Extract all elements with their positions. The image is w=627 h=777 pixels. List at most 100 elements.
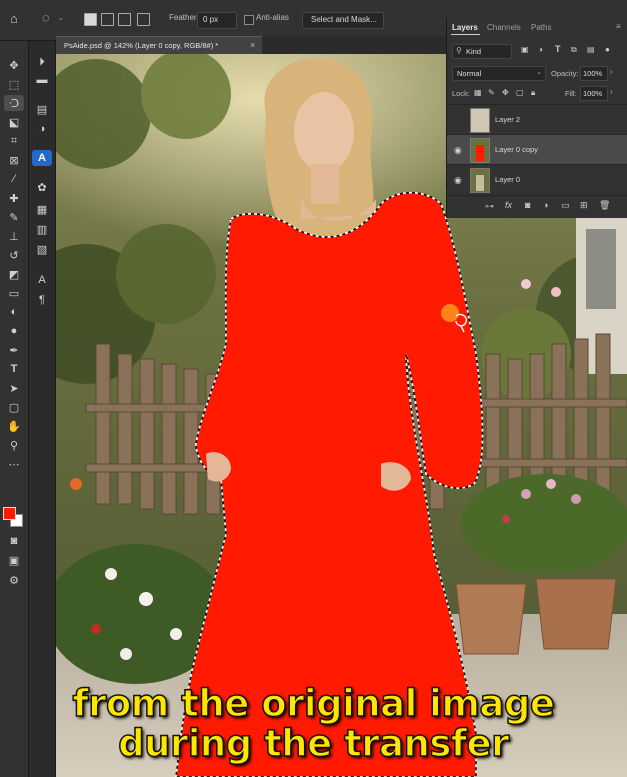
color-icon[interactable]: ✿ [32, 179, 52, 195]
generative-icon[interactable]: ⚙ [4, 572, 24, 588]
healing-brush-tool-icon[interactable]: ✚ [4, 190, 24, 206]
lock-image-icon[interactable]: ✎ [488, 88, 495, 97]
zoom-tool-icon[interactable]: ⚲ [4, 437, 24, 453]
select-and-mask-label: Select and Mask... [311, 15, 377, 24]
gradients-icon[interactable]: ▥ [32, 221, 52, 237]
lock-position-icon[interactable]: ✥ [502, 88, 509, 97]
add-to-selection-button[interactable] [101, 13, 114, 26]
foreground-color-swatch[interactable] [3, 507, 16, 520]
blur-tool-icon[interactable]: ◐ [4, 304, 24, 320]
blend-mode-select[interactable]: Normal ⌄ [452, 66, 546, 81]
filter-type-icon[interactable]: T [555, 44, 561, 54]
chevron-right-icon[interactable]: › [610, 87, 613, 96]
opacity-value: 100% [583, 69, 603, 78]
clone-stamp-tool-icon[interactable]: ⊥ [4, 228, 24, 244]
fill-input[interactable]: 100% [580, 86, 608, 101]
lasso-preset-icon[interactable]: ◌ [42, 10, 50, 25]
brush-tool-icon[interactable]: ✎ [4, 209, 24, 225]
lock-artboard-icon[interactable]: ▢ [516, 88, 524, 97]
new-adjustment-icon[interactable]: ◑ [543, 200, 548, 210]
filter-toggle-icon[interactable]: ● [605, 45, 610, 54]
document-tab[interactable]: PsAide.psd @ 142% (Layer 0 copy, RGB/8#)… [56, 36, 262, 55]
history-brush-tool-icon[interactable]: ↺ [4, 247, 24, 263]
gradient-tool-icon[interactable]: ▭ [4, 285, 24, 301]
blend-mode-value: Normal [457, 69, 482, 78]
chevron-right-icon[interactable]: › [610, 67, 613, 76]
new-group-icon[interactable]: ▭ [561, 200, 570, 211]
new-selection-button[interactable] [84, 13, 97, 26]
document-tab-title: PsAide.psd @ 142% (Layer 0 copy, RGB/8#)… [64, 41, 219, 50]
chevron-down-icon[interactable]: ⌄ [58, 14, 64, 22]
feather-input[interactable]: 0 px [197, 12, 237, 29]
layer-thumbnail [470, 168, 490, 193]
antialias-checkbox[interactable] [244, 15, 254, 25]
crop-tool-icon[interactable]: ⌗ [4, 133, 24, 149]
history-icon[interactable]: ⏵ [32, 54, 52, 70]
marquee-tool-icon[interactable]: ⬚ [4, 76, 24, 92]
libraries-icon[interactable]: ▤ [32, 101, 52, 117]
pen-tool-icon[interactable]: ✒ [4, 342, 24, 358]
opacity-input[interactable]: 100% [580, 66, 608, 81]
hand-tool-icon[interactable]: ✋ [4, 418, 24, 434]
move-tool-icon[interactable]: ✥ [4, 57, 24, 73]
eye-icon[interactable]: ◉ [454, 175, 464, 185]
secondary-tools-panel: ⏵ ▬ ▤ ◑ A ✿ ▦ ▥ ▧ A ¶ [29, 41, 56, 777]
fill-label: Fill: [565, 89, 577, 98]
adjustments-icon[interactable]: ◑ [32, 121, 52, 137]
layer-name: Layer 0 copy [495, 145, 538, 154]
chevron-down-icon: ⌄ [536, 69, 542, 76]
new-layer-icon[interactable]: ⊞ [580, 200, 588, 211]
fx-icon[interactable]: fx [505, 200, 512, 210]
select-and-mask-button[interactable]: Select and Mask... [302, 12, 384, 29]
path-selection-tool-icon[interactable]: ➤ [4, 380, 24, 396]
lock-all-icon[interactable]: 🔒︎ [531, 88, 535, 98]
subtract-selection-button[interactable] [118, 13, 131, 26]
intersect-selection-button[interactable] [137, 13, 150, 26]
opacity-label: Opacity: [551, 69, 579, 78]
layer-row-layer-0-copy[interactable]: ◉ Layer 0 copy [447, 134, 627, 165]
layer-row-layer-2[interactable]: Layer 2 [447, 104, 627, 135]
tab-channels[interactable]: Channels [487, 23, 521, 32]
add-mask-icon[interactable]: ◙ [525, 200, 530, 210]
layer-filter-select[interactable]: ⚲ Kind [452, 44, 512, 59]
layer-row-layer-0[interactable]: ◉ Layer 0 [447, 164, 627, 195]
type-tool-icon[interactable]: T [4, 361, 24, 377]
paragraph-icon[interactable]: ¶ [32, 292, 52, 308]
eye-icon[interactable]: ◉ [454, 145, 464, 155]
character-icon[interactable]: A [32, 272, 52, 288]
swatches-icon[interactable]: ▦ [32, 201, 52, 217]
screen-mode-icon[interactable]: ▣ [4, 552, 24, 568]
home-icon[interactable]: ⌂ [10, 11, 18, 26]
feather-value: 0 px [203, 15, 219, 24]
filter-smart-icon[interactable]: ▤ [587, 45, 595, 54]
panel-tab-underline [451, 34, 480, 35]
lock-transparent-icon[interactable]: ▦ [474, 88, 482, 97]
rectangle-tool-icon[interactable]: ▢ [4, 399, 24, 415]
frame-tool-icon[interactable]: ⊠ [4, 152, 24, 168]
dodge-tool-icon[interactable]: ● [4, 323, 24, 339]
more-tools-icon[interactable]: ⋯ [4, 456, 24, 472]
eraser-tool-icon[interactable]: ◩ [4, 266, 24, 282]
patterns-icon[interactable]: ▧ [32, 241, 52, 257]
tools-panel: ✥ ⬚ ᑝ ⬕ ⌗ ⊠ ⁄ ✚ ✎ ⊥ ↺ ◩ ▭ ◐ ● ✒ T ➤ ▢ ✋ … [0, 41, 29, 777]
filter-shape-icon[interactable]: ⧉ [571, 45, 577, 55]
ai-tool-icon[interactable]: A [32, 150, 52, 166]
panel-menu-icon[interactable]: ≡ [616, 22, 621, 31]
link-layers-icon[interactable]: ⊶ [485, 201, 494, 212]
eyedropper-tool-icon[interactable]: ⁄ [4, 171, 24, 187]
layers-panel: Layers Channels Paths ≡ ⚲ Kind ▣ ◑ T ⧉ ▤… [446, 18, 627, 218]
object-select-tool-icon[interactable]: ⬕ [4, 114, 24, 130]
delete-layer-icon[interactable]: 🗑︎ [599, 200, 610, 211]
quick-mask-icon[interactable]: ◙ [4, 533, 24, 549]
filter-pixel-icon[interactable]: ▣ [521, 45, 529, 54]
layer-thumbnail [470, 138, 490, 163]
comments-icon[interactable]: ▬ [32, 72, 52, 88]
filter-adjustment-icon[interactable]: ◑ [538, 45, 543, 54]
tab-layers[interactable]: Layers [452, 23, 478, 32]
search-icon: ⚲ [456, 46, 462, 55]
layer-thumbnail [470, 108, 490, 133]
close-icon[interactable]: × [250, 40, 255, 50]
tab-paths[interactable]: Paths [531, 23, 551, 32]
lasso-tool-icon[interactable]: ᑝ [4, 95, 24, 111]
layer-name: Layer 0 [495, 175, 521, 184]
